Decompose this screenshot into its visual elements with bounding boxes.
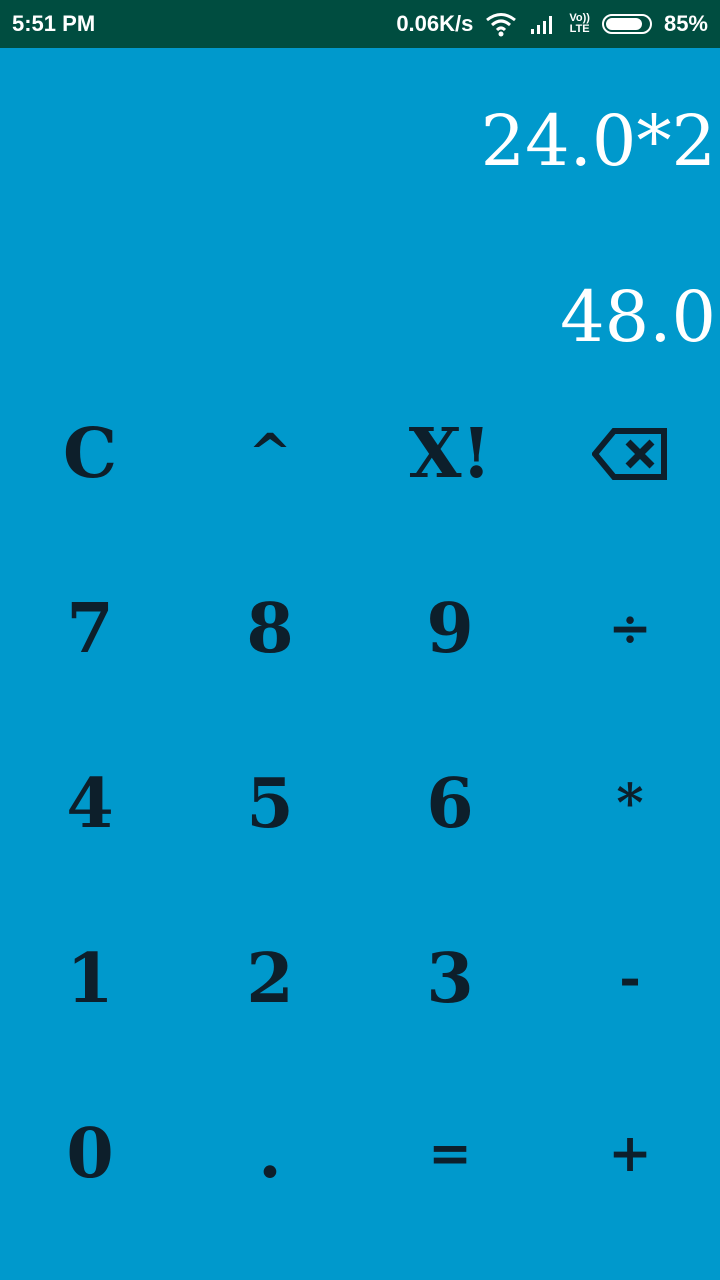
- status-indicators: 0.06K/s Vo)) LTE 85%: [396, 0, 708, 48]
- equals-button[interactable]: =: [360, 1066, 540, 1241]
- digit-2-button[interactable]: 2: [180, 891, 360, 1066]
- battery-fill: [605, 18, 642, 30]
- keypad: C ^ X! 7 8 9 ÷ 4 5 6 * 1 2 3 - 0 . = +: [0, 366, 720, 1242]
- factorial-button[interactable]: X!: [360, 366, 540, 541]
- battery-percent: 85%: [663, 11, 708, 36]
- backspace-button[interactable]: [540, 366, 720, 541]
- power-button[interactable]: ^: [180, 366, 360, 541]
- volte-icon: Vo)) LTE: [569, 13, 590, 35]
- status-bar: 5:51 PM 0.06K/s Vo)) LTE 85%: [0, 0, 720, 48]
- add-button[interactable]: +: [540, 1066, 720, 1241]
- status-time: 5:51 PM: [12, 11, 96, 36]
- digit-1-button[interactable]: 1: [0, 891, 180, 1066]
- digit-4-button[interactable]: 4: [0, 716, 180, 891]
- subtract-button[interactable]: -: [540, 891, 720, 1066]
- lte-label: LTE: [569, 23, 590, 35]
- digit-7-button[interactable]: 7: [0, 541, 180, 716]
- result-display: 48.0: [560, 276, 716, 358]
- digit-8-button[interactable]: 8: [180, 541, 360, 716]
- digit-3-button[interactable]: 3: [360, 891, 540, 1066]
- wifi-icon: [485, 11, 517, 37]
- clear-button[interactable]: C: [0, 366, 180, 541]
- digit-9-button[interactable]: 9: [360, 541, 540, 716]
- digit-0-button[interactable]: 0: [0, 1066, 180, 1241]
- divide-button[interactable]: ÷: [540, 541, 720, 716]
- backspace-icon: [592, 427, 668, 481]
- signal-icon: [529, 13, 557, 35]
- multiply-button[interactable]: *: [540, 716, 720, 891]
- digit-5-button[interactable]: 5: [180, 716, 360, 891]
- expression-display: 24.0*2: [480, 100, 716, 182]
- battery-icon: [601, 14, 652, 34]
- network-speed: 0.06K/s: [396, 11, 474, 36]
- digit-6-button[interactable]: 6: [360, 716, 540, 891]
- decimal-button[interactable]: .: [180, 1066, 360, 1241]
